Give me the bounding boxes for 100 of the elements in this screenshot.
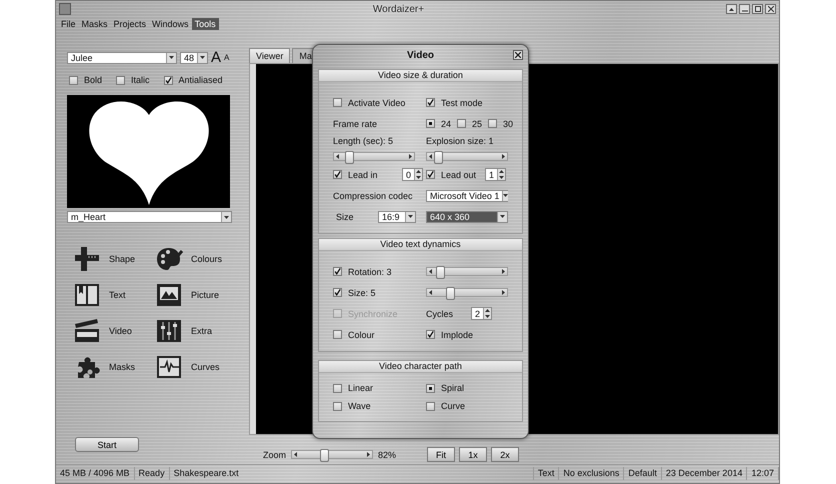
checkbox-label: Colour bbox=[348, 330, 375, 340]
right-arrow-icon bbox=[367, 452, 370, 457]
slider[interactable] bbox=[426, 288, 508, 297]
status-text: Default bbox=[624, 467, 662, 480]
tool-label[interactable]: Video bbox=[109, 326, 132, 336]
palette-icon bbox=[155, 246, 183, 272]
maximize-button[interactable] bbox=[752, 4, 763, 14]
field-label: Compression codec bbox=[333, 190, 413, 200]
slider[interactable] bbox=[426, 267, 508, 276]
caret-icon bbox=[200, 56, 205, 59]
caret-icon bbox=[500, 215, 505, 218]
aspect-dropdown[interactable]: 16:9 bbox=[378, 210, 416, 222]
status-text: 45 MB / 4096 MB bbox=[56, 467, 135, 480]
right-arrow-icon bbox=[502, 269, 505, 274]
right-arrow-icon bbox=[502, 154, 505, 158]
menu-item[interactable]: Projects bbox=[110, 18, 150, 30]
spinner-arrows-icon bbox=[416, 170, 421, 179]
radio-button[interactable] bbox=[488, 119, 498, 128]
increase-font-button[interactable]: A bbox=[211, 49, 222, 66]
menu-item[interactable]: Tools bbox=[192, 18, 219, 30]
decrease-font-button[interactable]: A bbox=[224, 53, 230, 62]
checkbox[interactable] bbox=[164, 76, 173, 84]
menu-item[interactable]: File bbox=[58, 18, 79, 30]
checkbox[interactable] bbox=[333, 98, 342, 107]
caret-icon bbox=[503, 194, 508, 197]
zoom-reading: 82% bbox=[378, 450, 396, 460]
tab[interactable]: Viewer bbox=[249, 48, 290, 63]
zoom-button[interactable]: 1x bbox=[459, 447, 488, 462]
lead-out-spinner[interactable]: 1 bbox=[484, 168, 506, 181]
field-label: Size bbox=[336, 212, 354, 222]
checkbox-label: Implode bbox=[441, 330, 474, 340]
close-button[interactable] bbox=[765, 4, 776, 14]
tool-label[interactable]: Text bbox=[109, 290, 126, 300]
slider[interactable] bbox=[291, 450, 374, 459]
section-heading: Video size & duration bbox=[319, 70, 522, 82]
font-dropdown[interactable]: Julee bbox=[67, 52, 177, 64]
close-icon bbox=[515, 52, 521, 58]
radio-button[interactable] bbox=[426, 119, 435, 128]
checkbox[interactable] bbox=[333, 267, 342, 276]
zoom-button[interactable]: Fit bbox=[427, 447, 456, 462]
spinner-arrows-icon bbox=[499, 170, 504, 179]
equalizer-icon bbox=[155, 318, 183, 344]
checkbox[interactable] bbox=[69, 76, 78, 84]
minimize-button[interactable] bbox=[739, 4, 750, 14]
left-arrow-icon bbox=[429, 269, 432, 274]
checkbox[interactable] bbox=[333, 170, 342, 179]
radio-label: Curve bbox=[441, 401, 466, 411]
slider-thumb[interactable] bbox=[446, 287, 456, 300]
roll-up-button[interactable] bbox=[726, 4, 737, 14]
left-arrow-icon bbox=[336, 154, 339, 158]
tool-label[interactable]: Shape bbox=[109, 254, 136, 264]
checkbox[interactable] bbox=[426, 98, 435, 107]
tool-label[interactable]: Picture bbox=[191, 290, 220, 300]
status-text: 23 December 2014 bbox=[662, 467, 748, 480]
checkbox-label: Rotation: 3 bbox=[348, 266, 392, 276]
field-label: Cycles bbox=[426, 308, 454, 318]
left-arrow-icon bbox=[429, 154, 432, 158]
field-label: Explosion size: 1 bbox=[426, 136, 494, 146]
menu-item[interactable]: Windows bbox=[149, 18, 192, 30]
radio-label: 24 bbox=[441, 118, 452, 128]
left-arrow-icon bbox=[294, 452, 298, 457]
checkbox[interactable] bbox=[426, 170, 435, 179]
codec-dropdown[interactable]: Microsoft Video 1 bbox=[426, 190, 508, 202]
caret-icon bbox=[224, 216, 229, 218]
book-icon bbox=[73, 282, 101, 308]
right-arrow-icon bbox=[409, 154, 412, 158]
checkbox[interactable] bbox=[116, 76, 126, 84]
cycles-spinner[interactable]: 2 bbox=[471, 307, 492, 320]
slider-thumb[interactable] bbox=[345, 150, 354, 164]
start-button[interactable]: Start bbox=[75, 437, 139, 452]
checkbox-label: Antialiased bbox=[178, 75, 223, 85]
status-text: Text bbox=[534, 467, 560, 480]
lead-in-spinner[interactable]: 0 bbox=[402, 168, 423, 181]
radio-label: Linear bbox=[348, 383, 374, 393]
left-arrow-icon bbox=[429, 290, 432, 295]
checkbox[interactable] bbox=[333, 330, 342, 339]
tool-label[interactable]: Masks bbox=[109, 362, 136, 372]
checkbox[interactable] bbox=[426, 330, 435, 339]
close-button[interactable] bbox=[513, 50, 523, 60]
slider-thumb[interactable] bbox=[320, 449, 330, 462]
tool-label[interactable]: Curves bbox=[191, 362, 220, 372]
menu-item[interactable]: Masks bbox=[78, 18, 111, 30]
checkbox-label: Synchronize bbox=[348, 308, 398, 318]
resolution-dropdown[interactable]: 640 x 360 bbox=[426, 210, 508, 222]
status-text: Shakespeare.txt bbox=[170, 467, 534, 480]
status-text: 12:07 bbox=[747, 467, 779, 480]
radio-label: 30 bbox=[503, 118, 514, 128]
mask-dropdown[interactable]: m_Heart bbox=[67, 211, 232, 223]
slider-thumb[interactable] bbox=[436, 266, 445, 279]
tool-label[interactable]: Extra bbox=[191, 326, 212, 336]
caret-up-icon bbox=[729, 8, 734, 10]
font-size-dropdown[interactable]: 48 bbox=[180, 52, 208, 64]
radio-button[interactable] bbox=[457, 119, 466, 128]
section-heading: Video text dynamics bbox=[319, 239, 522, 251]
zoom-button[interactable]: 2x bbox=[491, 447, 520, 462]
checkbox[interactable] bbox=[333, 288, 342, 297]
caret-icon bbox=[408, 215, 413, 218]
dialog-title: Video bbox=[406, 50, 434, 60]
tool-label[interactable]: Colours bbox=[191, 254, 222, 264]
slider-thumb[interactable] bbox=[434, 150, 444, 164]
